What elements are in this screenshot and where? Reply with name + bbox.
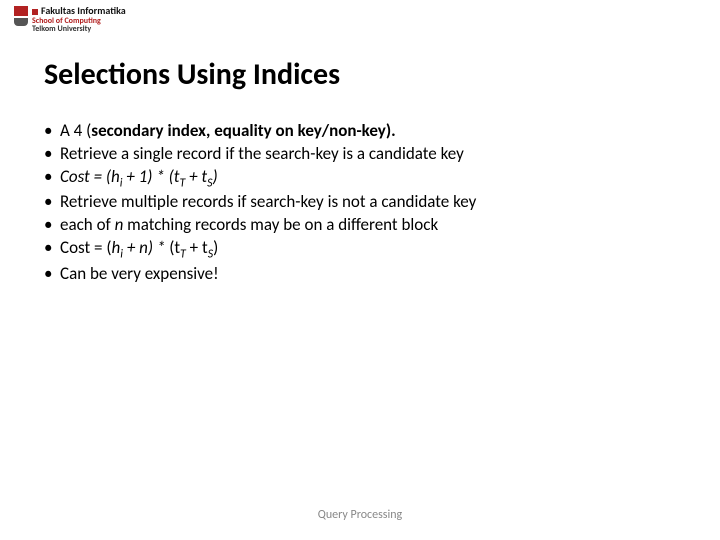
logo-mark-icon <box>14 6 28 34</box>
bullet-retrieve-multi: Retrieve multiple records if search-key … <box>44 191 690 214</box>
slide-title: Selections Using Indices <box>44 56 340 93</box>
slide-body: A 4 (secondary index, equality on key/no… <box>44 120 690 286</box>
bullet-a4: A 4 (secondary index, equality on key/no… <box>44 120 690 143</box>
logo-text: Fakultas Informatika School of Computing… <box>32 6 126 33</box>
bullet-cost2: Cost = (hi + n) * (tT + tS) <box>44 237 690 262</box>
slide-footer: Query Processing <box>0 508 720 522</box>
logo-line3: Telkom University <box>32 25 126 33</box>
bullet-each-of-n: each of n matching records may be on a d… <box>44 214 690 237</box>
university-logo: Fakultas Informatika School of Computing… <box>14 6 126 34</box>
bullet-cost1: Cost = (hi + 1) * (tT + tS) <box>44 166 690 191</box>
bullet-retrieve-single: Retrieve a single record if the search-k… <box>44 143 690 166</box>
bullet-expensive: Can be very expensive! <box>44 263 690 286</box>
